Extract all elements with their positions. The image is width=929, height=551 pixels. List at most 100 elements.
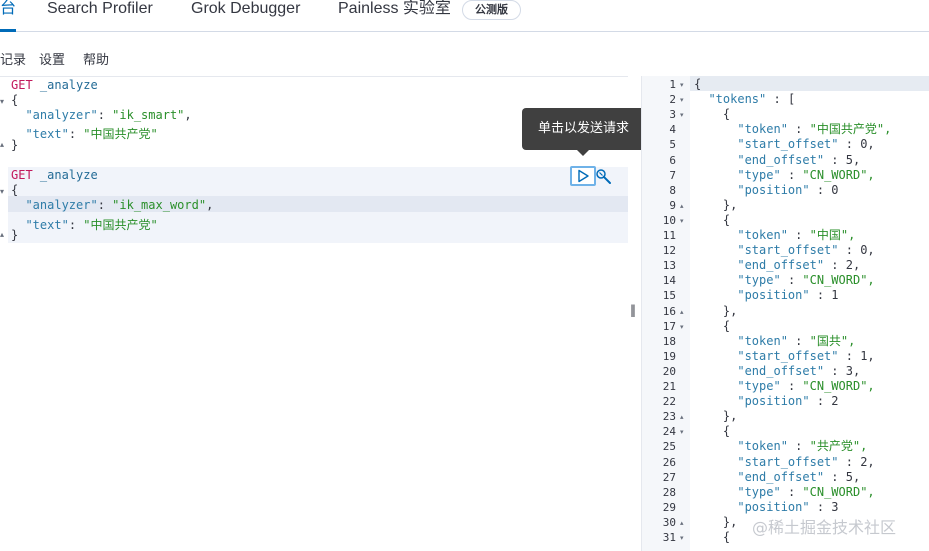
tab-painless-lab[interactable]: Painless 实验室 (338, 0, 451, 32)
tab-console[interactable]: 台 (0, 0, 16, 32)
response-line: "token" : "中国共产党", (737, 122, 892, 137)
request2-analyzer-key: "analyzer" (25, 198, 98, 212)
response-line: "type" : "CN_WORD", (737, 484, 875, 499)
watermark: @稀土掘金技术社区 (752, 518, 897, 537)
request1-text-value: "中国共产党" (83, 127, 158, 141)
fold-icon[interactable]: ▾ (680, 96, 684, 104)
menu-history[interactable]: 记录 (0, 49, 26, 68)
request1-analyzer-value: "ik_smart" (112, 108, 185, 122)
response-line: "position" : 3 (737, 499, 839, 514)
line-number: 5 (669, 138, 676, 152)
fold-icon[interactable]: ▴ (0, 230, 4, 239)
response-line: { (694, 424, 731, 439)
send-request-button[interactable] (570, 166, 596, 186)
fold-icon[interactable]: ▾ (680, 111, 684, 119)
response-line: "end_offset" : 5, (737, 469, 861, 484)
active-tab-indicator (0, 29, 16, 32)
fold-icon[interactable]: ▾ (0, 187, 4, 196)
request2-close-brace: } (11, 228, 19, 242)
line-number: 13 (662, 259, 676, 273)
response-line: "start_offset" : 2, (737, 454, 875, 469)
response-line: "token" : "中国", (737, 228, 856, 242)
line-number: 31 (662, 531, 676, 544)
request1-text-line: "text": "中国共产党" (25, 127, 158, 141)
fold-icon[interactable]: ▴ (680, 202, 684, 210)
response-line: "end_offset" : 3, (737, 363, 861, 378)
response-line: { (694, 530, 731, 544)
line-number: 21 (662, 380, 676, 393)
response-line: "tokens" : [ (708, 92, 796, 107)
response-line: "type" : "CN_WORD", (737, 167, 875, 182)
response-line: }, (694, 303, 738, 318)
fold-icon[interactable]: ▴ (680, 519, 684, 527)
fold-icon[interactable]: ▾ (680, 81, 684, 89)
line-number: 23 (662, 410, 676, 424)
request1-method: GET (11, 78, 33, 92)
send-request-tooltip: 单击以发送请求 (522, 108, 645, 150)
line-number: 3 (669, 108, 676, 122)
line-number: 24 (662, 425, 676, 439)
tooltip-arrow (577, 150, 589, 156)
request1-path: _analyze (32, 78, 98, 92)
request2-method: GET (11, 168, 33, 182)
request1-analyzer-key: "analyzer" (25, 108, 98, 122)
line-number: 2 (669, 93, 676, 107)
line-number: 30 (662, 515, 676, 529)
response-line: "type" : "CN_WORD", (737, 379, 875, 393)
line-number: 25 (662, 440, 676, 454)
line-number: 10 (662, 213, 676, 227)
fold-icon[interactable]: ▾ (680, 217, 684, 225)
fold-icon[interactable]: ▾ (0, 97, 4, 106)
request1-text-key: "text" (25, 127, 69, 141)
line-number: 14 (662, 274, 676, 288)
response-line: }, (694, 409, 738, 424)
request1-open-brace: { (11, 93, 19, 107)
request2-analyzer-line: "analyzer": "ik_max_word", (25, 198, 214, 212)
response-line: { (694, 107, 731, 122)
top-tab-bar: 台 Search Profiler Grok Debugger Painless… (0, 0, 929, 32)
request1-close-brace: } (11, 138, 19, 152)
line-number: 28 (662, 485, 676, 499)
menu-help[interactable]: 帮助 (83, 49, 109, 68)
line-number: 18 (662, 334, 676, 348)
request1-analyzer-line: "analyzer": "ik_smart", (25, 108, 192, 122)
pane-resize-handle[interactable]: ‖ (630, 303, 636, 317)
response-line: "position" : 0 (737, 182, 839, 197)
line-number: 6 (669, 153, 676, 167)
tab-grok-debugger[interactable]: Grok Debugger (191, 0, 300, 32)
fold-icon[interactable]: ▴ (680, 413, 684, 421)
response-line: "end_offset" : 5, (737, 152, 861, 167)
fold-icon[interactable]: ▾ (680, 323, 684, 331)
response-line: }, (694, 514, 738, 529)
fold-icon[interactable]: ▾ (680, 428, 684, 436)
line-number: 26 (662, 455, 676, 469)
fold-icon[interactable]: ▴ (680, 308, 684, 316)
response-line: "start_offset" : 0, (737, 243, 875, 258)
response-line: "token" : "共产党", (737, 439, 868, 454)
tab-search-profiler[interactable]: Search Profiler (47, 0, 153, 32)
request2-path: _analyze (32, 168, 98, 182)
line-number: 27 (662, 470, 676, 484)
wrench-icon[interactable] (595, 168, 613, 186)
response-line: "type" : "CN_WORD", (737, 273, 875, 288)
line-number: 22 (662, 395, 676, 409)
request2-text-key: "text" (25, 218, 69, 232)
response-line: { (694, 77, 702, 91)
line-number: 29 (662, 500, 676, 514)
line-number: 15 (662, 289, 676, 303)
line-number: 12 (662, 244, 676, 258)
line-number: 19 (662, 349, 676, 363)
response-line: "end_offset" : 2, (737, 258, 861, 273)
response-active-line (690, 76, 929, 91)
response-line: "position" : 2 (737, 394, 839, 409)
request2-open-brace: { (11, 183, 19, 197)
fold-icon[interactable]: ▾ (680, 534, 684, 542)
line-number: 16 (662, 304, 676, 318)
line-number: 17 (662, 319, 676, 333)
fold-icon[interactable]: ▴ (0, 140, 4, 149)
play-icon (578, 169, 589, 183)
menu-settings[interactable]: 设置 (39, 49, 65, 68)
response-line: "start_offset" : 0, (737, 137, 875, 152)
response-line: "token" : "国共", (737, 333, 856, 348)
response-line: { (694, 212, 731, 227)
